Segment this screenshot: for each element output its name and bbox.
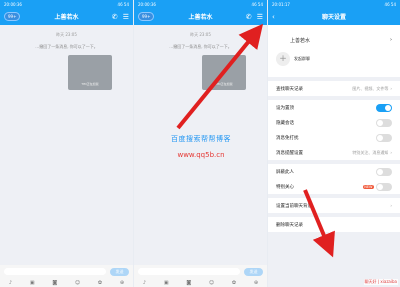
pin-chat-label: 设为置顶 (276, 105, 294, 111)
hide-chat-toggle[interactable] (376, 118, 392, 127)
chat-screen-middle: 20:00:36 46 54 99+ 上善若水 ✆ ☰ 昨天 23:05 …撤回… (134, 0, 267, 287)
status-bar: 20:00:36 46 54 (134, 0, 267, 8)
block-row: 屏蔽此人 (268, 164, 400, 179)
plus-icon[interactable]: ⊕ (120, 280, 124, 286)
chat-toolbar: ♪ ▣ ◙ ☺ ✿ ⊕ (0, 278, 133, 287)
image-caption: TIM正在加载 (81, 82, 99, 86)
phone-icon[interactable]: ✆ (246, 13, 252, 21)
corner-watermark: 聊天好 | xiazaiba (363, 279, 398, 285)
system-tip: …撤回了一条消息, 你可以了一下。 (35, 44, 98, 49)
delete-history-label: 删除聊天记录 (276, 222, 303, 228)
dnd-label: 消息免打扰 (276, 135, 299, 141)
message-timestamp: 昨天 23:05 (190, 32, 211, 37)
send-button[interactable]: 发送 (110, 267, 129, 276)
dnd-row: 消息免打扰 (268, 130, 400, 145)
status-net: 46 54 (117, 1, 129, 7)
plus-icon[interactable]: + (276, 52, 290, 66)
chat-title-bar: 99+ 上善若水 ✆ ☰ (0, 8, 133, 25)
menu-icon[interactable]: ☰ (257, 13, 263, 21)
chevron-right-icon: › (390, 37, 392, 43)
msg-alert-row[interactable]: 消息提醒设置 特别关注、消息通知 › (268, 145, 400, 160)
member-name: 上善若水 (290, 38, 311, 44)
msg-alert-label: 消息提醒设置 (276, 150, 303, 156)
image-icon[interactable]: ▣ (164, 280, 169, 286)
image-caption: TIM正在加载 (215, 82, 233, 86)
hide-chat-row: 隐藏会话 (268, 115, 400, 130)
menu-icon[interactable]: ☰ (123, 13, 129, 21)
mic-icon[interactable]: ♪ (143, 280, 146, 286)
back-button[interactable]: 99+ (138, 12, 155, 21)
status-net: 46 54 (251, 1, 263, 7)
chat-title-bar: 99+ 上善若水 ✆ ☰ (134, 8, 267, 25)
chat-background-row[interactable]: 设置当前聊天背景 › (268, 198, 400, 213)
gift-icon[interactable]: ✿ (232, 280, 236, 286)
pin-chat-row: 设为置顶 (268, 100, 400, 115)
gift-icon[interactable]: ✿ (98, 280, 102, 286)
special-care-row[interactable]: 特别关心 NEW (268, 179, 400, 194)
search-history-row[interactable]: 查找聊天记录 图片、视频、文件等 › (268, 81, 400, 96)
special-care-label: 特别关心 (276, 184, 294, 190)
pin-chat-toggle[interactable] (376, 103, 392, 112)
chevron-right-icon: › (390, 150, 392, 155)
send-button[interactable]: 发送 (244, 267, 263, 276)
message-input[interactable] (138, 268, 240, 275)
image-icon[interactable]: ▣ (30, 280, 35, 286)
system-tip: …撤回了一条消息, 你可以了一下。 (169, 44, 232, 49)
message-timestamp: 昨天 23:05 (56, 32, 77, 37)
mic-icon[interactable]: ♪ (9, 280, 12, 286)
add-group-label: 发起群聊 (294, 56, 310, 61)
block-toggle[interactable] (376, 167, 392, 176)
block-label: 屏蔽此人 (276, 169, 294, 175)
status-bar: 20:01:17 46 54 (268, 0, 400, 8)
message-input-bar: 发送 (134, 265, 267, 278)
search-history-hint: 图片、视频、文件等 (352, 85, 389, 91)
message-input-bar: 发送 (0, 265, 133, 278)
status-bar: 20:00:36 46 54 (0, 0, 133, 8)
camera-icon[interactable]: ◙ (52, 280, 57, 286)
settings-list: 上善若水 › + 发起群聊 查找聊天记录 图片、视频、文件等 › 设为置顶 隐藏会… (268, 25, 400, 287)
emoji-icon[interactable]: ☺ (209, 280, 214, 286)
back-arrow-icon[interactable]: ‹ (272, 13, 275, 21)
back-button[interactable]: 99+ (4, 12, 21, 21)
chevron-right-icon: › (390, 203, 392, 208)
hide-chat-label: 隐藏会话 (276, 120, 294, 126)
image-message[interactable]: TIM正在加载 (202, 55, 246, 90)
status-time: 20:00:36 (138, 1, 156, 7)
add-group-row[interactable]: + 发起群聊 (276, 52, 392, 66)
status-net: 46 54 (384, 1, 396, 7)
chat-screen-left: 20:00:36 46 54 99+ 上善若水 ✆ ☰ 昨天 23:05 …撤回… (0, 0, 133, 287)
settings-title: 聊天设置 (321, 14, 346, 21)
camera-icon[interactable]: ◙ (186, 280, 191, 286)
new-badge: NEW (362, 184, 374, 189)
screenshot-collage: 20:00:36 46 54 99+ 上善若水 ✆ ☰ 昨天 23:05 …撤回… (0, 0, 400, 287)
msg-alert-hint: 特别关注、消息通知 (352, 149, 389, 155)
plus-icon[interactable]: ⊕ (254, 280, 258, 286)
chat-message-area[interactable]: 昨天 23:05 …撤回了一条消息, 你可以了一下。 (0, 25, 133, 265)
delete-history-row[interactable]: 删除聊天记录 (268, 217, 400, 232)
member-row[interactable]: 上善若水 › (276, 37, 392, 44)
image-message[interactable]: TIM正在加载 (68, 55, 112, 90)
emoji-icon[interactable]: ☺ (75, 280, 80, 286)
member-card: 上善若水 › + 发起群聊 (268, 25, 400, 77)
message-input[interactable] (4, 268, 106, 275)
special-care-toggle[interactable] (376, 182, 392, 191)
chevron-right-icon: › (390, 86, 392, 91)
status-time: 20:00:36 (4, 1, 22, 7)
dnd-toggle[interactable] (376, 133, 392, 142)
status-time: 20:01:17 (272, 1, 290, 7)
chat-background-label: 设置当前聊天背景 (276, 203, 312, 209)
chat-toolbar: ♪ ▣ ◙ ☺ ✿ ⊕ (134, 278, 267, 287)
chat-settings-screen: 20:01:17 46 54 ‹ 聊天设置 上善若水 › + 发起群聊 查找聊天… (268, 0, 400, 287)
chat-message-area[interactable]: 昨天 23:05 …撤回了一条消息, 你可以了一下。 (134, 25, 267, 265)
search-history-label: 查找聊天记录 (276, 86, 303, 92)
settings-title-bar: ‹ 聊天设置 (268, 8, 400, 25)
phone-icon[interactable]: ✆ (112, 13, 118, 21)
